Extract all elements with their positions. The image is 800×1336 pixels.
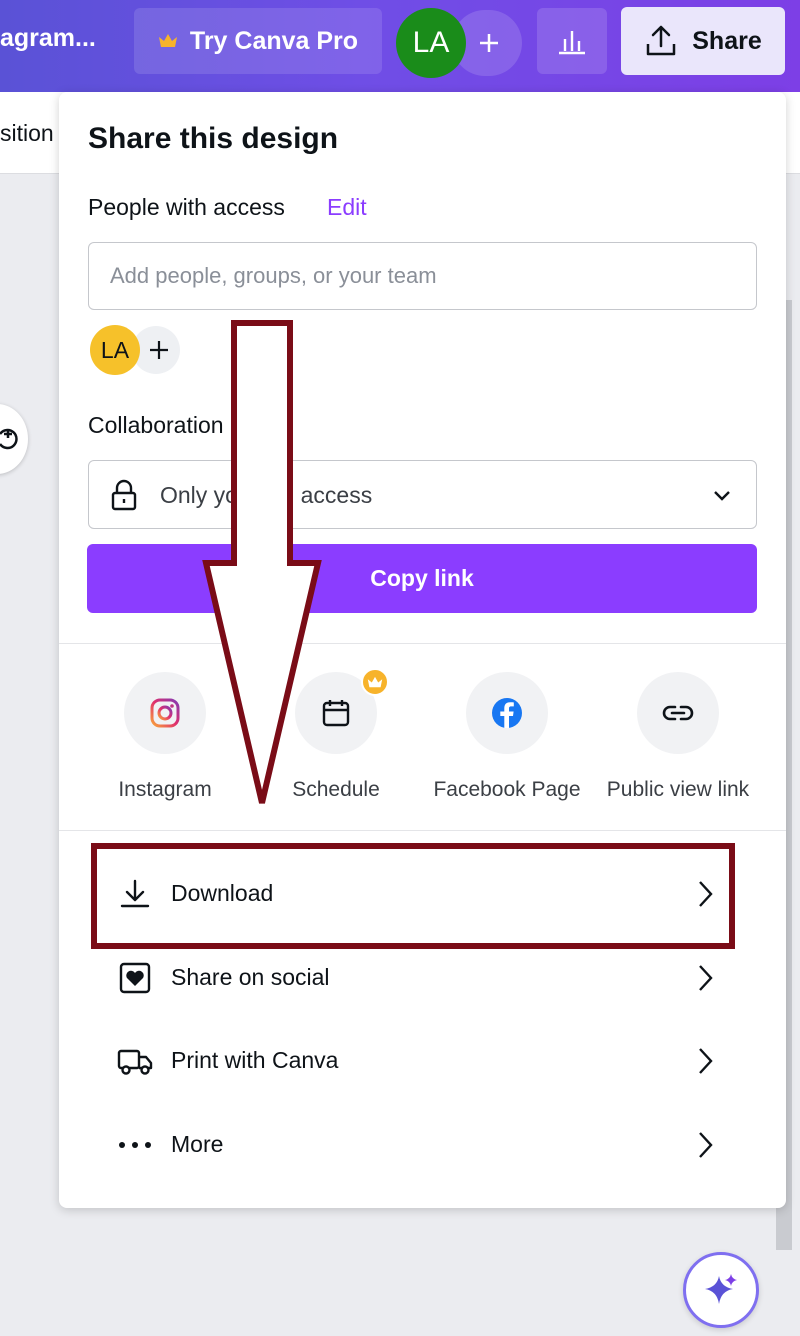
user-avatar[interactable]: LA (396, 8, 466, 78)
download-icon (120, 879, 150, 908)
plus-icon (150, 341, 168, 359)
calendar-icon (322, 700, 350, 727)
menu-item-label: Share on social (171, 964, 330, 990)
share-option-instagram[interactable]: Instagram (80, 672, 250, 812)
sparkle-icon (705, 1274, 737, 1304)
refresh-plus-icon (0, 428, 18, 450)
top-bar: agram... Try Canva Pro LA Share (0, 0, 800, 92)
share-button[interactable]: Share (621, 7, 785, 75)
more-icon (119, 1142, 151, 1148)
share-option-facebook-page[interactable]: Facebook Page (422, 672, 592, 812)
share-panel: Share this design People with access Edi… (59, 92, 786, 1208)
access-level-value: Only you can access (160, 482, 373, 508)
menu-item-share-on-social[interactable]: Share on social (59, 943, 786, 1013)
divider (59, 830, 786, 831)
share-option-label: Public view link (606, 778, 750, 801)
share-option-schedule[interactable]: Schedule (251, 668, 421, 812)
share-option-label: Schedule (292, 778, 380, 801)
add-page-button[interactable] (0, 404, 28, 474)
share-option-label: Facebook Page (433, 778, 581, 801)
member-avatar[interactable]: LA (90, 325, 140, 375)
instagram-icon (150, 698, 180, 728)
share-option-label: Instagram (118, 778, 212, 801)
add-people-input[interactable] (88, 242, 757, 310)
menu-item-label: Print with Canva (171, 1047, 339, 1073)
copy-link-button[interactable]: Copy link (87, 544, 757, 613)
panel-title: Share this design (88, 122, 339, 155)
crown-icon (158, 34, 177, 47)
position-button[interactable]: sition (0, 120, 54, 147)
menu-item-print-with-canva[interactable]: Print with Canva (59, 1026, 786, 1096)
edit-access-link[interactable]: Edit (327, 194, 367, 221)
insights-button[interactable] (537, 8, 607, 74)
try-canva-pro-label: Try Canva Pro (189, 26, 359, 55)
chevron-right-icon (699, 1048, 713, 1074)
menu-item-more[interactable]: More (59, 1110, 786, 1180)
chevron-right-icon (699, 1132, 713, 1158)
bar-chart-icon (559, 31, 585, 55)
chevron-down-icon (714, 491, 730, 501)
people-with-access-label: People with access (88, 194, 285, 220)
try-canva-pro-button[interactable]: Try Canva Pro (134, 8, 382, 74)
share-label: Share (692, 26, 762, 55)
upload-icon (647, 25, 676, 56)
chevron-right-icon (699, 881, 713, 907)
link-icon (662, 705, 694, 721)
heart-frame-icon (119, 962, 151, 994)
crown-icon (361, 668, 389, 696)
magic-assistant-button[interactable] (683, 1252, 759, 1328)
menu-item-label: More (171, 1131, 224, 1157)
menu-item-download[interactable]: Download (59, 859, 786, 929)
design-title[interactable]: agram... (0, 24, 96, 53)
share-option-public-view-link[interactable]: Public view link (593, 672, 763, 812)
truck-icon (117, 1049, 153, 1075)
access-level-select[interactable]: Only you can access (88, 460, 757, 529)
menu-item-label: Download (171, 880, 274, 906)
lock-icon (111, 479, 137, 511)
collaboration-link-label: Collaboration link (88, 412, 265, 438)
chevron-right-icon (699, 965, 713, 991)
plus-icon (480, 34, 498, 52)
facebook-icon (492, 698, 522, 728)
divider (59, 643, 786, 644)
